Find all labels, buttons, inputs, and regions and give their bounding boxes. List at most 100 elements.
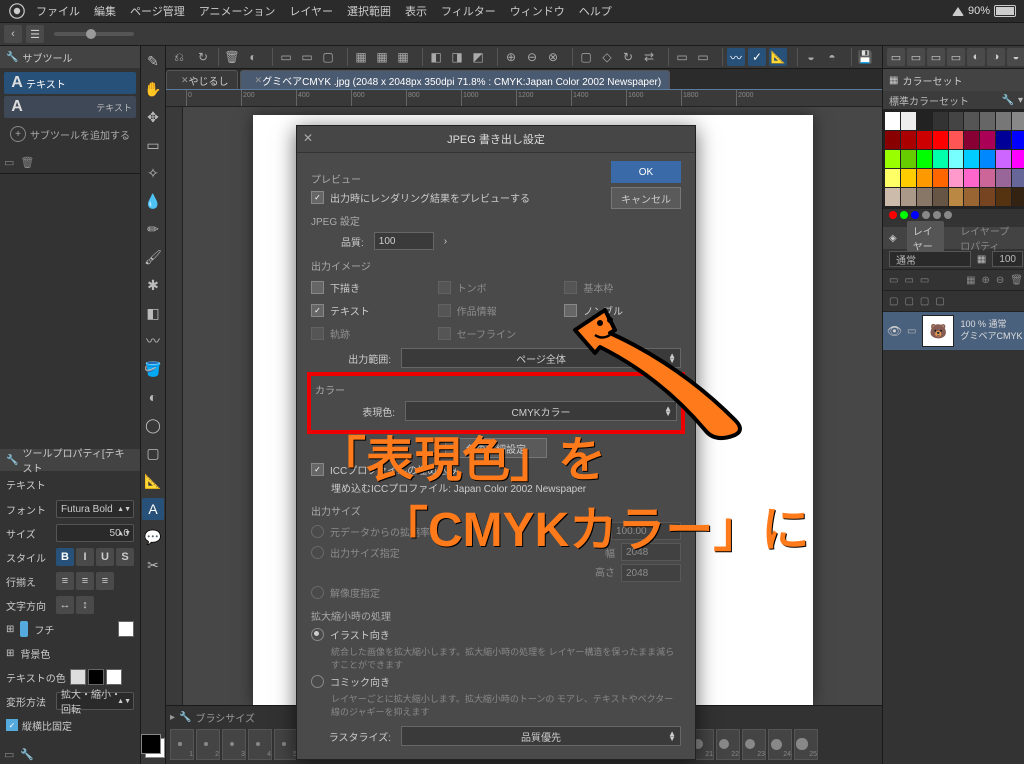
brush-size-cell[interactable]: 25 bbox=[794, 729, 818, 760]
swatch[interactable] bbox=[106, 669, 122, 685]
aspect-check[interactable]: ✓ bbox=[6, 719, 18, 731]
layer-btn[interactable]: ▦ bbox=[966, 275, 975, 286]
res-radio[interactable]: 解像度指定 bbox=[311, 585, 681, 600]
layer-btn[interactable]: ▭ bbox=[889, 275, 898, 286]
color-swatch[interactable] bbox=[964, 131, 979, 149]
color-dot[interactable] bbox=[922, 211, 930, 219]
tool-btn[interactable]: ☰ bbox=[26, 25, 44, 43]
color-indicator[interactable] bbox=[141, 734, 165, 758]
color-swatch[interactable] bbox=[885, 131, 900, 149]
colorset-select[interactable]: 標準カラーセット bbox=[889, 93, 969, 108]
align-right[interactable]: ≡ bbox=[96, 572, 114, 590]
ok-button[interactable]: OK bbox=[611, 161, 681, 183]
cmd-btn[interactable]: 🗑 bbox=[223, 48, 241, 66]
menu-view[interactable]: 表示 bbox=[405, 3, 427, 19]
cmd-btn[interactable]: ▢ bbox=[319, 48, 337, 66]
color-swatch[interactable] bbox=[980, 169, 995, 187]
subtool-text-row2[interactable]: Aテキスト bbox=[4, 96, 136, 118]
color-dot[interactable] bbox=[911, 211, 919, 219]
layer-btn[interactable]: ⊖ bbox=[996, 275, 1004, 286]
color-swatch[interactable] bbox=[1012, 188, 1024, 206]
menu-animation[interactable]: アニメーション bbox=[199, 3, 276, 19]
color-swatch[interactable] bbox=[996, 188, 1011, 206]
color-swatch[interactable] bbox=[917, 131, 932, 149]
color-dot[interactable] bbox=[944, 211, 952, 219]
layer-btn[interactable]: ⊕ bbox=[982, 275, 990, 286]
layer-btn[interactable]: ▭ bbox=[907, 326, 916, 337]
color-swatch[interactable] bbox=[1012, 150, 1024, 168]
cmd-btn[interactable]: ▭ bbox=[298, 48, 316, 66]
color-swatch[interactable] bbox=[980, 188, 995, 206]
layer-btn[interactable]: ▢ bbox=[935, 296, 944, 307]
color-swatch[interactable] bbox=[996, 150, 1011, 168]
menu-layer[interactable]: レイヤー bbox=[289, 3, 333, 19]
opt-check[interactable]: 作品情報 bbox=[438, 303, 555, 318]
brush-size-cell[interactable]: 22 bbox=[716, 729, 740, 760]
color-swatch[interactable] bbox=[964, 150, 979, 168]
brush-tool[interactable]: 🖌 bbox=[142, 246, 164, 268]
color-swatch[interactable] bbox=[1012, 112, 1024, 130]
cmd-btn[interactable]: ◨ bbox=[448, 48, 466, 66]
color-detail-button[interactable]: 色の詳細設定 bbox=[445, 438, 547, 458]
pen-tool[interactable]: ✎ bbox=[142, 50, 164, 72]
color-mode-select[interactable]: CMYKカラー▲▼ bbox=[405, 401, 677, 421]
color-swatch[interactable] bbox=[964, 169, 979, 187]
color-dot[interactable] bbox=[933, 211, 941, 219]
swatch[interactable] bbox=[118, 621, 134, 637]
cmd-btn[interactable]: ◧ bbox=[427, 48, 445, 66]
quality-arrow[interactable]: › bbox=[444, 236, 447, 247]
color-swatch[interactable] bbox=[901, 131, 916, 149]
brush-size-cell[interactable]: 4 bbox=[248, 729, 272, 760]
color-swatch[interactable] bbox=[996, 169, 1011, 187]
cmd-btn[interactable]: ▦ bbox=[394, 48, 412, 66]
futi-plus[interactable]: ⊞ bbox=[6, 624, 14, 635]
dropper-tool[interactable]: 💧 bbox=[142, 190, 164, 212]
ruler-tool[interactable]: 📐 bbox=[142, 470, 164, 492]
zoom-slider[interactable] bbox=[54, 32, 134, 36]
layer-row[interactable]: 👁 ▭ 🐻 100 % 通常グミベアCMYK bbox=[883, 312, 1024, 351]
color-swatch[interactable] bbox=[885, 188, 900, 206]
color-swatch[interactable] bbox=[917, 188, 932, 206]
doc-tab-1[interactable]: ✕やじるし bbox=[166, 70, 238, 89]
color-swatch[interactable] bbox=[901, 150, 916, 168]
italic-toggle[interactable]: I bbox=[76, 548, 94, 566]
cmd-btn[interactable]: ⊖ bbox=[523, 48, 541, 66]
trash-icon[interactable]: 🗑 bbox=[20, 156, 34, 169]
swatch[interactable] bbox=[88, 669, 104, 685]
panel-btn[interactable]: ◒ bbox=[1007, 48, 1024, 66]
opt-check[interactable]: トンボ bbox=[438, 280, 555, 295]
layer-btn[interactable]: ▢ bbox=[920, 296, 929, 307]
dialog-title-bar[interactable]: ✕ JPEG 書き出し設定 bbox=[297, 126, 695, 153]
cmd-btn[interactable]: ◐ bbox=[244, 48, 262, 66]
opt-check[interactable]: 基本枠 bbox=[564, 280, 681, 295]
hand-tool[interactable]: ✋ bbox=[142, 78, 164, 100]
align-left[interactable]: ≡ bbox=[56, 572, 74, 590]
fill-tool[interactable]: 🪣 bbox=[142, 358, 164, 380]
opt-check[interactable]: ノンブル bbox=[564, 303, 681, 318]
color-swatch[interactable] bbox=[949, 169, 964, 187]
cmd-btn[interactable]: 〰 bbox=[727, 48, 745, 66]
cmd-btn[interactable]: 💾 bbox=[856, 48, 874, 66]
color-swatch[interactable] bbox=[901, 169, 916, 187]
cmd-btn[interactable]: ◒ bbox=[802, 48, 820, 66]
tool-btn[interactable]: ‹ bbox=[4, 25, 22, 43]
layerprop-tab[interactable]: レイヤープロパティ bbox=[954, 221, 1023, 255]
brush-size-cell[interactable]: 2 bbox=[196, 729, 220, 760]
color-swatch[interactable] bbox=[980, 150, 995, 168]
panel-btn[interactable]: ◐ bbox=[967, 48, 985, 66]
cmd-btn[interactable]: ⊗ bbox=[544, 48, 562, 66]
opt-check[interactable]: テキスト bbox=[311, 303, 428, 318]
close-icon[interactable]: ✕ bbox=[303, 131, 319, 147]
font-select[interactable]: Futura Bold▲▼ bbox=[56, 500, 134, 518]
color-swatch[interactable] bbox=[885, 169, 900, 187]
cmd-btn[interactable]: ↻ bbox=[619, 48, 637, 66]
panel-btn[interactable]: ▭ bbox=[947, 48, 965, 66]
strike-toggle[interactable]: S bbox=[116, 548, 134, 566]
eraser-tool[interactable]: ◧ bbox=[142, 302, 164, 324]
blend-tool[interactable]: 〰 bbox=[142, 330, 164, 352]
brush-size-cell[interactable]: 3 bbox=[222, 729, 246, 760]
cmd-btn[interactable]: ⎌ bbox=[170, 48, 188, 66]
menu-edit[interactable]: 編集 bbox=[94, 3, 116, 19]
comic-radio[interactable]: コミック向き bbox=[311, 674, 681, 689]
color-swatch[interactable] bbox=[933, 150, 948, 168]
